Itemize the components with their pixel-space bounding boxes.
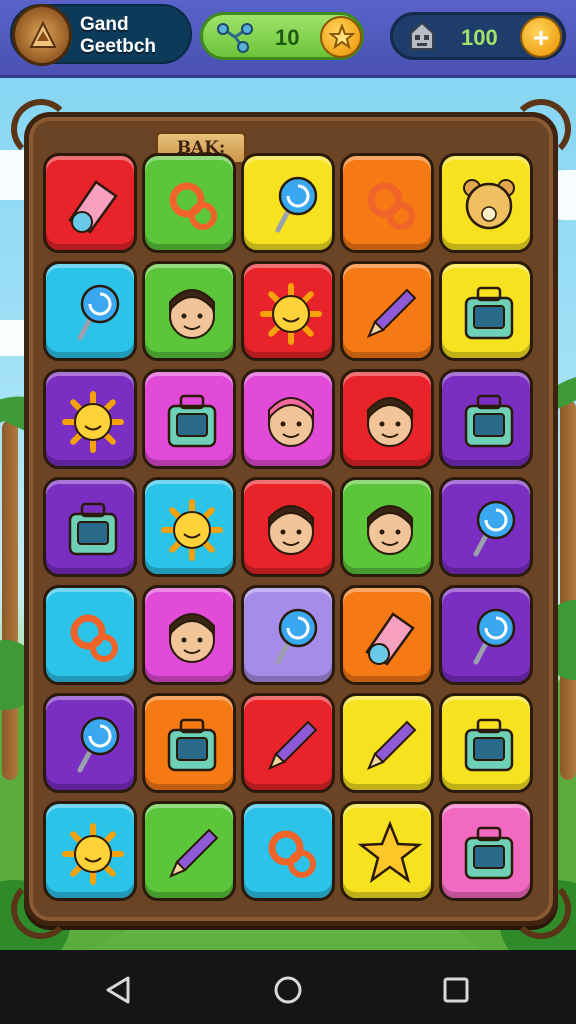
- robot-pin-icon: [473, 500, 516, 557]
- tile-balloon[interactable]: [43, 261, 137, 361]
- tile-man-hat-avatar[interactable]: [142, 261, 236, 361]
- tile-pouch[interactable]: [241, 585, 335, 685]
- gems-counter: 10: [200, 12, 364, 60]
- eraser-icon: [68, 180, 118, 234]
- gear-ring-icon: [70, 614, 118, 662]
- coins-counter: 100 +: [390, 12, 566, 60]
- tile-radio-device[interactable]: [142, 693, 236, 793]
- leaf-box-icon: [464, 394, 514, 448]
- top-hud-bar: Gand Geetbch 10 100 +: [0, 0, 576, 78]
- sun-gear-icon: [62, 391, 124, 453]
- game-board: BAK:: [11, 99, 571, 939]
- magnifier-tool-icon: [169, 182, 217, 230]
- ice-cream-icon: [77, 716, 120, 773]
- balloon-icon: [77, 284, 120, 341]
- tile-smiling-sun[interactable]: [142, 477, 236, 577]
- tile-sun[interactable]: [43, 801, 137, 901]
- tile-walkie-talkie[interactable]: [142, 369, 236, 469]
- add-coins-button[interactable]: +: [520, 16, 562, 58]
- marker-icon: [367, 720, 417, 770]
- tile-girl-avatar[interactable]: [142, 585, 236, 685]
- board-corner-ornament: [511, 99, 571, 159]
- tile-tablet[interactable]: [439, 693, 533, 793]
- tile-briefcase[interactable]: [439, 261, 533, 361]
- tile-spiral-lollipop[interactable]: [439, 585, 533, 685]
- spiral-lollipop-icon: [473, 608, 516, 665]
- tile-teddy-bear[interactable]: [439, 153, 533, 253]
- tablet-icon: [464, 718, 514, 772]
- tile-lollipop-key[interactable]: [241, 153, 335, 253]
- gems-value: 10: [275, 25, 300, 50]
- briefcase-icon: [464, 286, 514, 340]
- man-hat-avatar-icon: [169, 289, 215, 339]
- tile-rings[interactable]: [241, 801, 335, 901]
- rings-icon: [268, 830, 316, 878]
- toy-box-icon: [68, 502, 118, 556]
- gems-star-button[interactable]: [320, 16, 362, 58]
- smiling-sun-icon: [161, 499, 223, 561]
- game-logo[interactable]: Gand Geetbch: [10, 4, 192, 66]
- logo-emblem-icon: [12, 4, 72, 66]
- tile-magnifier-tool[interactable]: [142, 153, 236, 253]
- tile-leaf-box[interactable]: [439, 369, 533, 469]
- robot-icon: [410, 21, 434, 50]
- tile-eraser[interactable]: [43, 153, 137, 253]
- board-corner-ornament: [11, 99, 71, 159]
- system-navigation-bar: [0, 950, 576, 1024]
- star-icon: [329, 24, 355, 50]
- lollipop-key-icon: [275, 176, 318, 233]
- radio-device-icon: [167, 718, 217, 772]
- plus-icon: +: [532, 22, 550, 53]
- back-triangle-icon[interactable]: [100, 972, 136, 1008]
- crayon-icon: [169, 828, 219, 878]
- tile-boy-avatar[interactable]: [241, 477, 335, 577]
- tile-shopping-bag[interactable]: [439, 801, 533, 901]
- pencil-icon: [367, 288, 417, 338]
- man-avatar-icon: [367, 397, 413, 447]
- tile-explorer-avatar[interactable]: [340, 477, 434, 577]
- coins-value: 100: [461, 25, 498, 50]
- girl-avatar-icon: [169, 613, 215, 663]
- palm-tree-left: [2, 420, 18, 780]
- tile-pink-hair-avatar[interactable]: [241, 369, 335, 469]
- molecule-icon: [217, 23, 253, 53]
- teddy-bear-icon: [463, 179, 515, 230]
- tile-crayon[interactable]: [142, 801, 236, 901]
- tile-grid: [43, 153, 539, 903]
- shopping-bag-icon: [464, 826, 514, 880]
- tile-marker[interactable]: [340, 693, 434, 793]
- recents-square-icon[interactable]: [438, 972, 474, 1008]
- tile-pen[interactable]: [241, 693, 335, 793]
- sun-icon: [62, 823, 124, 885]
- pouch-icon: [275, 608, 318, 665]
- tile-toy-box[interactable]: [43, 477, 137, 577]
- tile-gear-ring[interactable]: [43, 585, 137, 685]
- wrench-icon: [365, 612, 415, 666]
- walkie-talkie-icon: [167, 394, 217, 448]
- explorer-avatar-icon: [367, 505, 413, 555]
- palm-tree-right: [560, 400, 576, 780]
- tile-star[interactable]: [340, 801, 434, 901]
- boy-avatar-icon: [268, 505, 314, 555]
- tile-man-avatar[interactable]: [340, 369, 434, 469]
- sun-face-icon: [260, 283, 322, 345]
- tile-robot-pin[interactable]: [439, 477, 533, 577]
- tile-gear-tools[interactable]: [340, 153, 434, 253]
- game-title: Gand Geetbch: [80, 14, 157, 57]
- tile-sun-gear[interactable]: [43, 369, 137, 469]
- gear-tools-icon: [367, 182, 415, 230]
- tile-pencil[interactable]: [340, 261, 434, 361]
- pink-hair-avatar-icon: [268, 397, 314, 447]
- pen-icon: [268, 720, 318, 770]
- home-circle-icon[interactable]: [270, 972, 306, 1008]
- tile-sun-face[interactable]: [241, 261, 335, 361]
- star-icon: [357, 820, 423, 884]
- tile-ice-cream[interactable]: [43, 693, 137, 793]
- tile-wrench[interactable]: [340, 585, 434, 685]
